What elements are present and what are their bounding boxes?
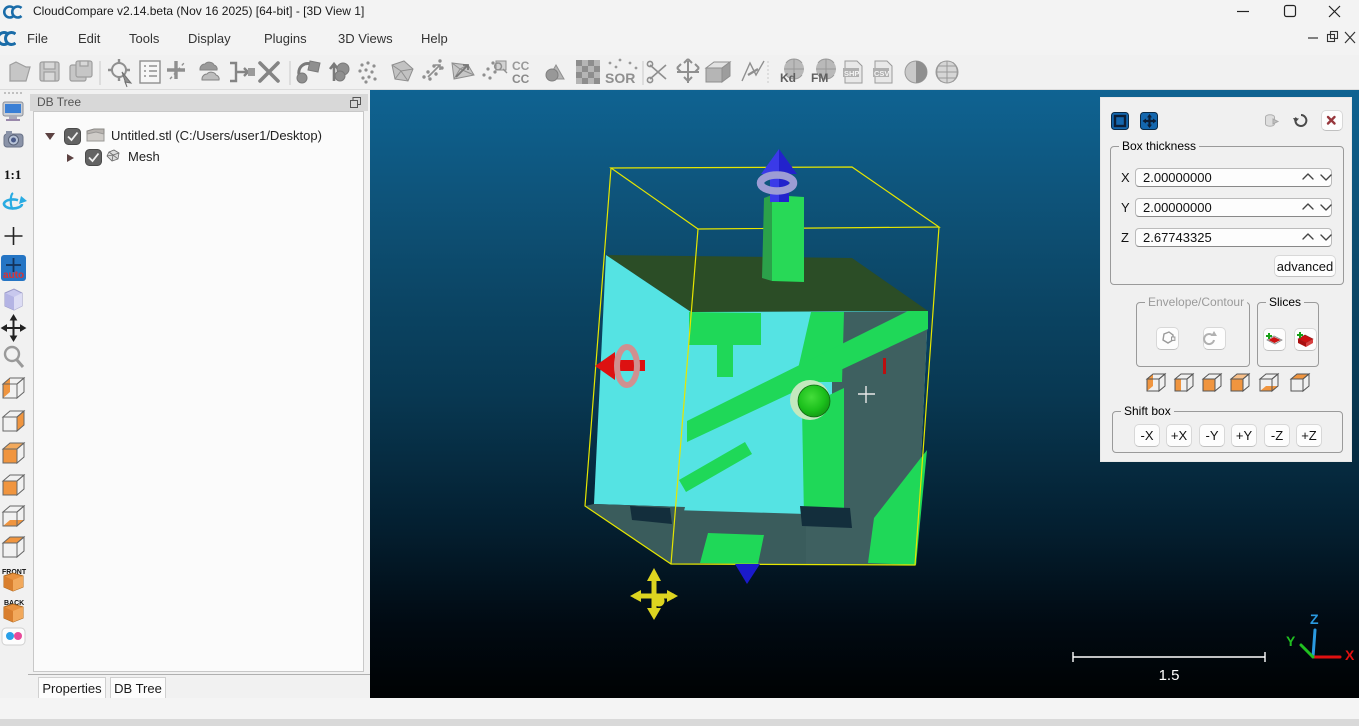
svg-text:1.5: 1.5 [1159, 667, 1180, 684]
svg-text:CSV: CSV [874, 69, 889, 78]
svg-text:auto: auto [3, 270, 24, 281]
svg-text:SOR: SOR [605, 70, 635, 86]
svg-text:1:1: 1:1 [4, 167, 21, 182]
svg-text:Z: Z [1310, 611, 1319, 627]
svg-text:SHP: SHP [844, 69, 859, 78]
svg-text:CC: CC [512, 72, 530, 86]
svg-text:X: X [1345, 647, 1355, 663]
svg-text:Y: Y [1286, 633, 1296, 649]
svg-text:Kd: Kd [780, 71, 796, 85]
svg-text:FM: FM [811, 71, 828, 85]
svg-text:CC: CC [512, 59, 530, 73]
